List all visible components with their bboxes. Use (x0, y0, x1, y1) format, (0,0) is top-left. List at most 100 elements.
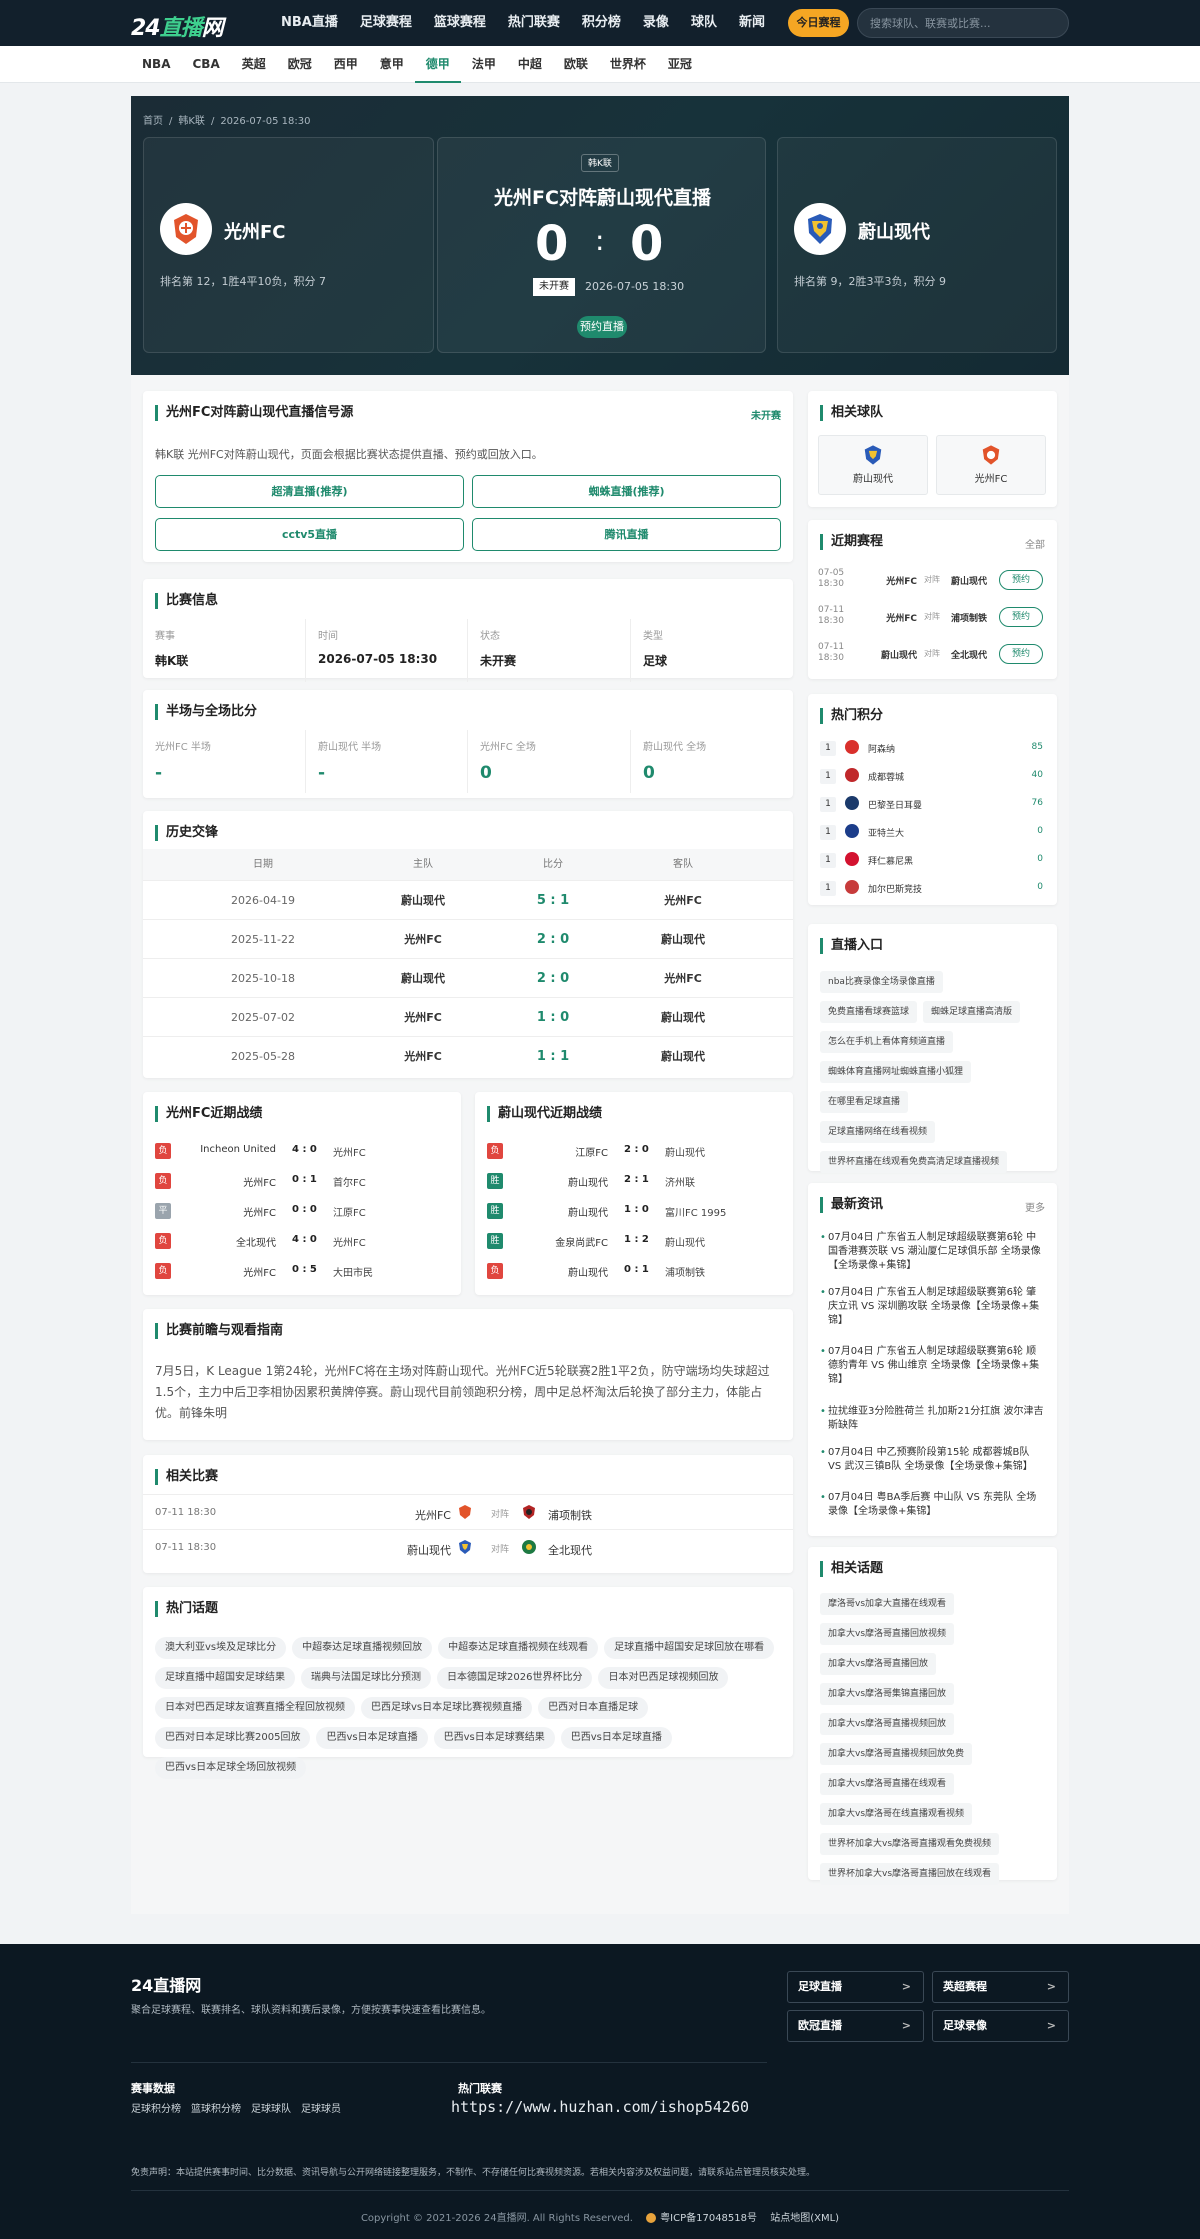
related-team[interactable]: 光州FC (936, 435, 1046, 495)
standing-row[interactable]: 1 巴黎圣日耳曼 76 (808, 790, 1055, 818)
subnav-item-uel[interactable]: 欧联 (553, 46, 599, 83)
topic-tag[interactable]: 巴西足球vs日本足球比赛视频直播 (361, 1697, 533, 1719)
topic-tag[interactable]: 足球直播中超国安足球回放在哪看 (604, 1637, 775, 1659)
footer-link[interactable]: 足球球员 (301, 2100, 341, 2115)
standing-row[interactable]: 1 阿森纳 85 (808, 734, 1055, 762)
topic-tag[interactable]: 世界杯加拿大vs摩洛哥直播观看免费视频 (820, 1833, 1000, 1855)
live-entry-tag[interactable]: 蜘蛛体育直播网址蜘蛛直播小狐狸 (820, 1061, 972, 1083)
more-link[interactable]: 全部 (1025, 536, 1045, 551)
footer-link-football-live[interactable]: 足球直播 > (787, 1971, 924, 2003)
topic-tag[interactable]: 摩洛哥vs加拿大直播在线观看 (820, 1593, 955, 1615)
news-item[interactable]: 07月04日 粤BA季后赛 中山队 VS 东莞队 全场录像【全场录像+集锦】 (820, 1491, 1045, 1519)
subnav-item-cba[interactable]: CBA (181, 46, 230, 83)
topic-tag[interactable]: 加拿大vs摩洛哥直播视频回放免费 (820, 1743, 973, 1765)
icp-link[interactable]: 粤ICP备17048518号 (660, 2213, 757, 2224)
nav-item-nba[interactable]: NBA直播 (270, 0, 349, 46)
nav-item-replays[interactable]: 录像 (632, 0, 680, 46)
footer-link[interactable]: 足球积分榜 (131, 2100, 181, 2115)
subnav-item-nba[interactable]: NBA (131, 46, 181, 83)
topic-tag[interactable]: 日本对巴西足球友谊赛直播全程回放视频 (155, 1697, 355, 1719)
form-row[interactable]: 负 Incheon United 4 : 0 光州FC (143, 1136, 446, 1165)
topic-tag[interactable]: 加拿大vs摩洛哥直播回放视频 (820, 1623, 955, 1645)
related-match-row[interactable]: 07-11 18:30 蔚山现代 对阵 全北现代 (143, 1529, 793, 1564)
standing-row[interactable]: 1 成都蓉城 40 (808, 762, 1055, 790)
schedule-row[interactable]: 07-11 18:30 光州FC 对阵 浦项制铁 预约 (808, 599, 1055, 636)
form-row[interactable]: 负 光州FC 0 : 5 大田市民 (143, 1256, 446, 1285)
topic-tag[interactable]: 巴西vs日本足球直播 (316, 1727, 428, 1749)
topic-tag[interactable]: 日本德国足球2026世界杯比分 (437, 1667, 593, 1689)
reserve-button[interactable]: 预约 (999, 644, 1043, 664)
live-entry-tag[interactable]: 怎么在手机上看体育频道直播 (820, 1031, 954, 1053)
topic-tag[interactable]: 加拿大vs摩洛哥集锦直播回放 (820, 1683, 955, 1705)
subnav-item-epl[interactable]: 英超 (231, 46, 277, 83)
breadcrumb-league[interactable]: 韩K联 (178, 116, 205, 127)
table-row[interactable]: 2026-04-19 蔚山现代 5 : 1 光州FC (143, 880, 793, 919)
today-schedule-button[interactable]: 今日赛程 (788, 9, 849, 37)
news-item[interactable]: 07月04日 广东省五人制足球超级联赛第6轮 顺德豹青年 VS 佛山维京 全场录… (820, 1345, 1045, 1387)
search-input[interactable] (857, 8, 1069, 38)
topic-tag[interactable]: 巴西对日本足球比赛2005回放 (155, 1727, 311, 1749)
subnav-item-ucl[interactable]: 欧冠 (277, 46, 323, 83)
news-item[interactable]: 07月04日 中乙预赛阶段第15轮 成都蓉城B队 VS 武汉三镇B队 全场录像【… (820, 1446, 1045, 1474)
footer-link-ucl-live[interactable]: 欧冠直播 > (787, 2010, 924, 2042)
related-match-row[interactable]: 07-11 18:30 光州FC 对阵 浦项制铁 (143, 1494, 793, 1529)
source-button-tencent[interactable]: 腾讯直播 (472, 518, 781, 551)
standing-row[interactable]: 1 加尔巴斯竞技 0 (808, 874, 1055, 902)
breadcrumb-home[interactable]: 首页 (143, 116, 163, 127)
live-entry-tag[interactable]: 蜘蛛足球直播高清版 (923, 1001, 1021, 1023)
topic-tag[interactable]: 加拿大vs摩洛哥直播在线观看 (820, 1773, 955, 1795)
topic-tag[interactable]: 瑞典与法国足球比分预测 (301, 1667, 431, 1689)
subnav-item-bundesliga[interactable]: 德甲 (414, 46, 461, 83)
nav-item-standings[interactable]: 积分榜 (571, 0, 632, 46)
topic-tag[interactable]: 加拿大vs摩洛哥直播视频回放 (820, 1713, 955, 1735)
topic-tag[interactable]: 巴西vs日本足球全场回放视频 (155, 1757, 307, 1779)
live-entry-tag[interactable]: 世界杯直播在线观看免费高清足球直播视频 (820, 1151, 1008, 1173)
topic-tag[interactable]: 世界杯加拿大vs摩洛哥直播回放在线观看 (820, 1863, 1000, 1885)
subnav-item-laliga[interactable]: 西甲 (323, 46, 369, 83)
topic-tag[interactable]: 巴西对日本直播足球 (538, 1697, 649, 1719)
schedule-row[interactable]: 07-05 18:30 光州FC 对阵 蔚山现代 预约 (808, 562, 1055, 599)
table-row[interactable]: 2025-05-28 光州FC 1 : 1 蔚山现代 (143, 1036, 793, 1075)
topic-tag[interactable]: 中超泰达足球直播视频回放 (292, 1637, 433, 1659)
topic-tag[interactable]: 加拿大vs摩洛哥在线直播观看视频 (820, 1803, 973, 1825)
league-tag[interactable]: 韩K联 (581, 154, 619, 172)
related-team[interactable]: 蔚山现代 (818, 435, 928, 495)
topic-tag[interactable]: 日本对巴西足球视频回放 (598, 1667, 729, 1689)
form-row[interactable]: 负 全北现代 4 : 0 光州FC (143, 1226, 446, 1255)
news-item[interactable]: 07月04日 广东省五人制足球超级联赛第6轮 肇庆立讯 VS 深圳鹏攻联 全场录… (820, 1286, 1045, 1328)
footer-link-epl-schedule[interactable]: 英超赛程 > (932, 1971, 1069, 2003)
topic-tag[interactable]: 加拿大vs摩洛哥直播回放 (820, 1653, 937, 1675)
reserve-live-button[interactable]: 预约直播 (577, 316, 627, 338)
form-row[interactable]: 胜 蔚山现代 1 : 0 富川FC 1995 (475, 1196, 778, 1225)
live-entry-tag[interactable]: 免费直播看球赛篮球 (820, 1001, 918, 1023)
footer-link[interactable]: 足球球队 (251, 2100, 291, 2115)
news-item[interactable]: 07月04日 广东省五人制足球超级联赛第6轮 中国香港赛茨联 VS 潮汕厦仁足球… (820, 1231, 1045, 1273)
nav-item-basketball-schedule[interactable]: 篮球赛程 (423, 0, 497, 46)
home-team-card[interactable]: 光州FC 排名第 12，1胜4平10负，积分 7 (143, 137, 434, 353)
reserve-button[interactable]: 预约 (999, 607, 1043, 627)
source-button-cctv5[interactable]: cctv5直播 (155, 518, 464, 551)
subnav-item-acl[interactable]: 亚冠 (657, 46, 703, 83)
form-row[interactable]: 平 光州FC 0 : 0 江原FC (143, 1196, 446, 1225)
source-button-hd[interactable]: 超清直播(推荐) (155, 475, 464, 508)
topic-tag[interactable]: 足球直播中超国安足球结果 (155, 1667, 295, 1689)
more-link[interactable]: 更多 (1025, 1199, 1045, 1214)
nav-item-teams[interactable]: 球队 (680, 0, 728, 46)
subnav-item-ligue1[interactable]: 法甲 (461, 46, 507, 83)
standing-row[interactable]: 1 亚特兰大 0 (808, 818, 1055, 846)
table-row[interactable]: 2025-10-18 蔚山现代 2 : 0 光州FC (143, 958, 793, 997)
footer-link-football-replays[interactable]: 足球录像 > (932, 2010, 1069, 2042)
nav-item-news[interactable]: 新闻 (728, 0, 776, 46)
topic-tag[interactable]: 澳大利亚vs埃及足球比分 (155, 1637, 287, 1659)
topic-tag[interactable]: 中超泰达足球直播视频在线观看 (438, 1637, 599, 1659)
form-row[interactable]: 胜 蔚山现代 2 : 1 济州联 (475, 1166, 778, 1195)
form-row[interactable]: 负 江原FC 2 : 0 蔚山现代 (475, 1136, 778, 1165)
nav-item-hot-leagues[interactable]: 热门联赛 (497, 0, 571, 46)
site-logo[interactable]: 24直播网 (131, 10, 224, 42)
subnav-item-worldcup[interactable]: 世界杯 (599, 46, 657, 83)
away-team-card[interactable]: 蔚山现代 排名第 9，2胜3平3负，积分 9 (777, 137, 1057, 353)
sitemap-link[interactable]: 站点地图(XML) (770, 2213, 839, 2224)
standing-row[interactable]: 1 拜仁慕尼黑 0 (808, 846, 1055, 874)
reserve-button[interactable]: 预约 (999, 570, 1043, 590)
table-row[interactable]: 2025-07-02 光州FC 1 : 0 蔚山现代 (143, 997, 793, 1036)
